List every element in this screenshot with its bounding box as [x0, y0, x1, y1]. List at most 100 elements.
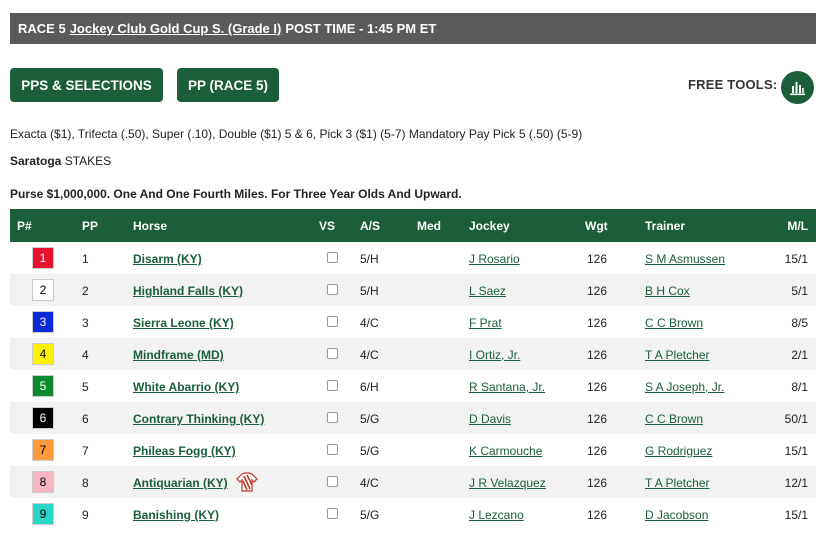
- morning-line: 8/1: [791, 380, 808, 394]
- morning-line: 2/1: [791, 348, 808, 362]
- jockey-link[interactable]: J Lezcano: [469, 508, 524, 522]
- post-position: 5: [82, 380, 89, 394]
- trainer-link[interactable]: S A Joseph, Jr.: [645, 380, 724, 394]
- post-position: 8: [82, 476, 89, 490]
- age-sex: 4/C: [360, 348, 379, 362]
- program-number: 9: [32, 503, 54, 525]
- race-type: STAKES: [64, 154, 112, 168]
- program-number: 4: [32, 343, 54, 365]
- morning-line: 15/1: [784, 252, 808, 266]
- horse-link[interactable]: Antiquarian (KY): [133, 476, 228, 490]
- post-position: 9: [82, 508, 89, 522]
- program-number: 2: [32, 279, 54, 301]
- table-row: 2 2 Highland Falls (KY) 5/H L Saez 126 B…: [10, 274, 816, 306]
- race-name-link[interactable]: Jockey Club Gold Cup S. (Grade I): [70, 21, 282, 36]
- trainer-link[interactable]: S M Asmussen: [645, 252, 725, 266]
- program-number: 7: [32, 439, 54, 461]
- vs-checkbox[interactable]: [327, 348, 338, 359]
- col-as: A/S: [360, 219, 381, 233]
- col-med: Med: [417, 219, 441, 233]
- vs-checkbox[interactable]: [327, 316, 338, 327]
- jockey-link[interactable]: R Santana, Jr.: [469, 380, 545, 394]
- program-number: 5: [32, 375, 54, 397]
- trainer-link[interactable]: C C Brown: [645, 316, 703, 330]
- age-sex: 5/H: [360, 284, 379, 298]
- bar-chart-icon[interactable]: [781, 71, 814, 104]
- trainer-link[interactable]: T A Pletcher: [645, 476, 709, 490]
- trainer-link[interactable]: C C Brown: [645, 412, 703, 426]
- col-horse: Horse: [133, 219, 168, 233]
- horse-link[interactable]: Mindframe (MD): [133, 348, 224, 362]
- table-row: 6 6 Contrary Thinking (KY) 5/G D Davis 1…: [10, 402, 816, 434]
- entries-table: P# PP Horse VS A/S Med Jockey Wgt Traine…: [10, 209, 816, 530]
- horse-link[interactable]: Banishing (KY): [133, 508, 219, 522]
- horse-link[interactable]: Sierra Leone (KY): [133, 316, 234, 330]
- weight: 126: [587, 284, 608, 298]
- jockey-link[interactable]: J Rosario: [469, 252, 520, 266]
- morning-line: 12/1: [784, 476, 808, 490]
- table-row: 7 7 Phileas Fogg (KY) 5/G K Carmouche 12…: [10, 434, 816, 466]
- jockey-link[interactable]: I Ortiz, Jr.: [469, 348, 520, 362]
- table-row: 4 4 Mindframe (MD) 4/C I Ortiz, Jr. 126 …: [10, 338, 816, 370]
- table-row: 8 8 Antiquarian (KY) 4/C J R Velazquez 1…: [10, 466, 816, 498]
- weight: 126: [587, 412, 608, 426]
- post-position: 2: [82, 284, 89, 298]
- age-sex: 6/H: [360, 380, 379, 394]
- vs-checkbox[interactable]: [327, 284, 338, 295]
- age-sex: 5/G: [360, 412, 380, 426]
- jockey-link[interactable]: D Davis: [469, 412, 511, 426]
- pps-selections-button[interactable]: PPS & SELECTIONS: [10, 68, 163, 102]
- horse-link[interactable]: Phileas Fogg (KY): [133, 444, 236, 458]
- pp-race-button[interactable]: PP (RACE 5): [177, 68, 279, 102]
- track-info: Saratoga STAKES: [10, 154, 111, 168]
- morning-line: 8/5: [791, 316, 808, 330]
- vs-checkbox[interactable]: [327, 252, 338, 263]
- vs-checkbox[interactable]: [327, 476, 338, 487]
- race-header: RACE 5 Jockey Club Gold Cup S. (Grade I)…: [10, 13, 816, 44]
- table-row: 9 9 Banishing (KY) 5/G J Lezcano 126 D J…: [10, 498, 816, 530]
- post-position: 6: [82, 412, 89, 426]
- trainer-link[interactable]: G Rodriguez: [645, 444, 712, 458]
- purse-info: Purse $1,000,000. One And One Fourth Mil…: [10, 187, 462, 201]
- morning-line: 15/1: [784, 444, 808, 458]
- jockey-link[interactable]: F Prat: [469, 316, 502, 330]
- program-number: 8: [32, 471, 54, 493]
- col-pnum: P#: [17, 219, 32, 233]
- wager-info: Exacta ($1), Trifecta (.50), Super (.10)…: [10, 127, 583, 141]
- free-tools-label: FREE TOOLS:: [688, 77, 778, 92]
- weight: 126: [587, 316, 608, 330]
- post-position: 4: [82, 348, 89, 362]
- jockey-link[interactable]: J R Velazquez: [469, 476, 546, 490]
- age-sex: 5/G: [360, 444, 380, 458]
- race-label: RACE 5: [18, 21, 66, 36]
- trainer-link[interactable]: B H Cox: [645, 284, 690, 298]
- weight: 126: [587, 348, 608, 362]
- weight: 126: [587, 252, 608, 266]
- weight: 126: [587, 380, 608, 394]
- jockey-link[interactable]: K Carmouche: [469, 444, 542, 458]
- trainer-link[interactable]: T A Pletcher: [645, 348, 709, 362]
- table-row: 3 3 Sierra Leone (KY) 4/C F Prat 126 C C…: [10, 306, 816, 338]
- age-sex: 5/G: [360, 508, 380, 522]
- morning-line: 50/1: [784, 412, 808, 426]
- morning-line: 5/1: [791, 284, 808, 298]
- post-position: 1: [82, 252, 89, 266]
- program-number: 1: [32, 247, 54, 269]
- jockey-link[interactable]: L Saez: [469, 284, 506, 298]
- age-sex: 4/C: [360, 476, 379, 490]
- vs-checkbox[interactable]: [327, 508, 338, 519]
- horse-link[interactable]: White Abarrio (KY): [133, 380, 239, 394]
- horse-link[interactable]: Disarm (KY): [133, 252, 202, 266]
- vs-checkbox[interactable]: [327, 380, 338, 391]
- col-wgt: Wgt: [585, 219, 608, 233]
- col-vs: VS: [319, 219, 336, 233]
- trainer-link[interactable]: D Jacobson: [645, 508, 708, 522]
- col-trainer: Trainer: [645, 219, 686, 233]
- horse-link[interactable]: Contrary Thinking (KY): [133, 412, 264, 426]
- post-position: 7: [82, 444, 89, 458]
- vs-checkbox[interactable]: [327, 412, 338, 423]
- program-number: 3: [32, 311, 54, 333]
- vs-checkbox[interactable]: [327, 444, 338, 455]
- table-row: 1 1 Disarm (KY) 5/H J Rosario 126 S M As…: [10, 242, 816, 274]
- horse-link[interactable]: Highland Falls (KY): [133, 284, 243, 298]
